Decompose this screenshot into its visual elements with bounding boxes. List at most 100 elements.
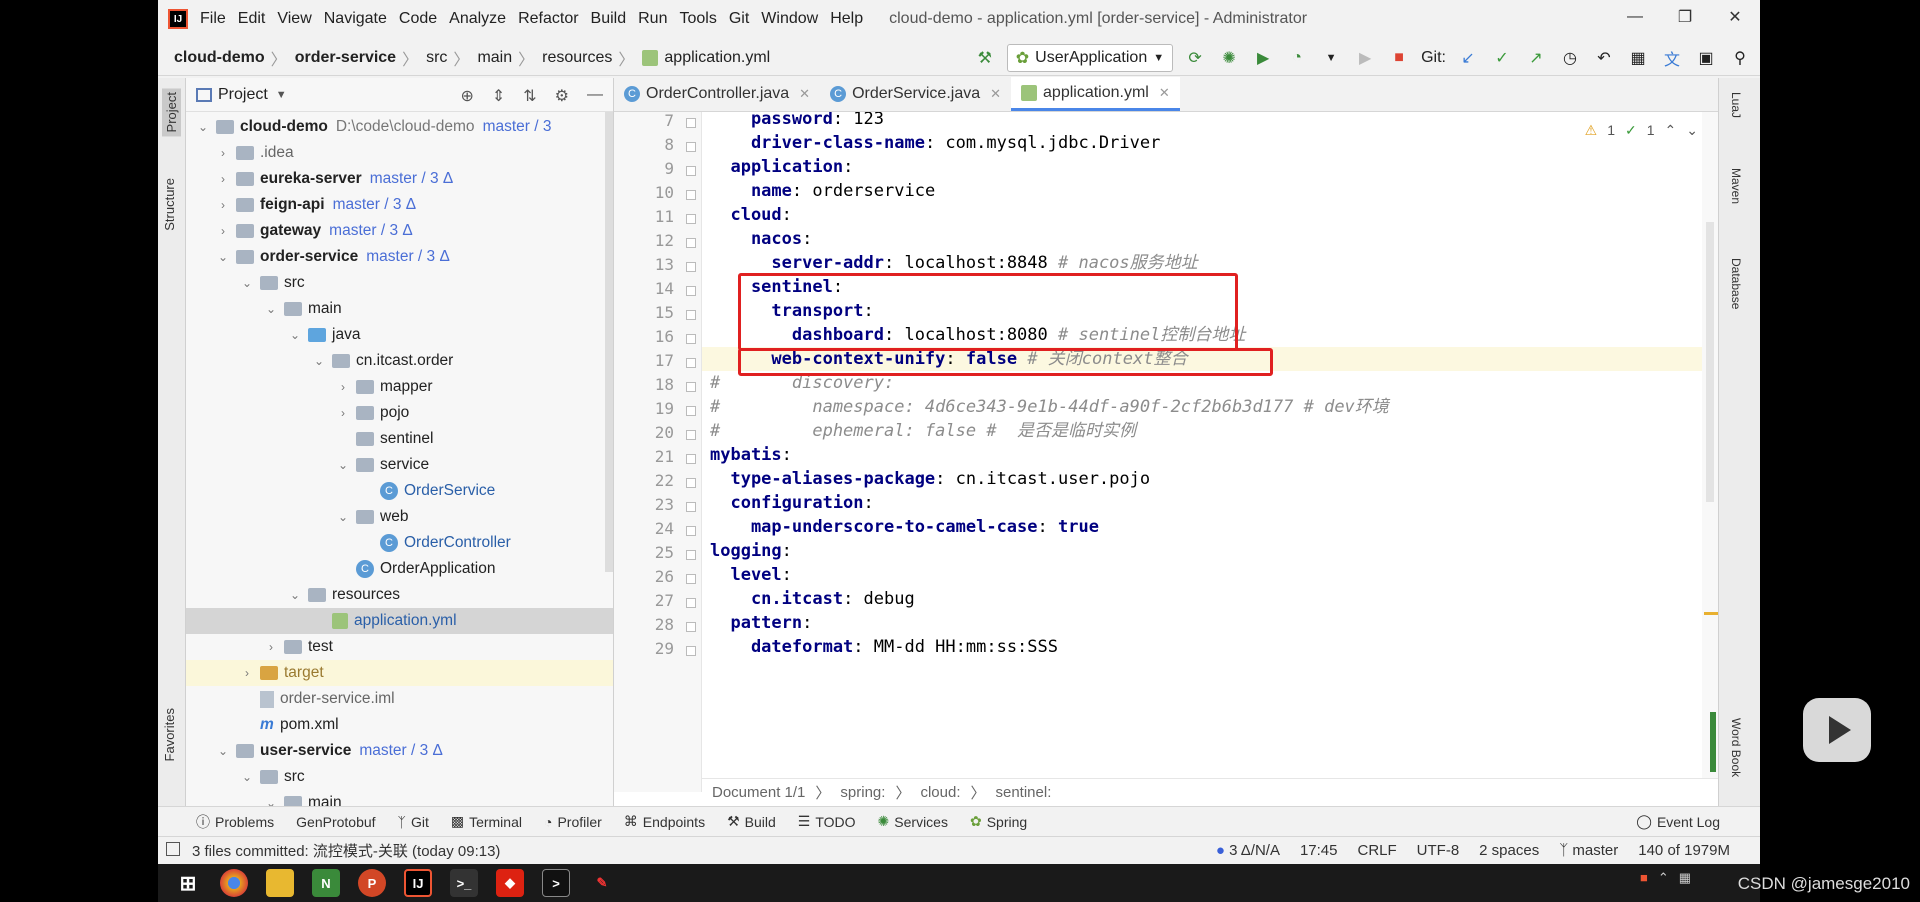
fold-marker-icon[interactable] — [686, 478, 696, 488]
fold-marker-icon[interactable] — [686, 334, 696, 344]
hide-panel-icon[interactable]: — — [587, 86, 603, 106]
breadcrumb-project[interactable]: cloud-demo — [174, 49, 265, 67]
presentation-icon[interactable]: ▣ — [1694, 46, 1718, 70]
video-play-button-icon[interactable] — [1803, 698, 1871, 762]
tree-item-java[interactable]: ⌄ java — [186, 322, 613, 348]
git-history-icon[interactable]: ◷ — [1558, 46, 1582, 70]
tab-orderservice[interactable]: C OrderService.java ✕ — [820, 77, 1011, 111]
chevron-up-icon[interactable]: ⌃ — [1665, 122, 1677, 139]
fold-marker-icon[interactable] — [686, 598, 696, 608]
fold-marker-icon[interactable] — [686, 238, 696, 248]
tree-item-web[interactable]: ⌄ web — [186, 504, 613, 530]
tree-item-package[interactable]: ⌄ cn.itcast.order — [186, 348, 613, 374]
tab-application-yml[interactable]: application.yml ✕ — [1011, 77, 1180, 111]
code-line[interactable]: name: orderservice — [702, 179, 1702, 203]
fold-marker-icon[interactable] — [686, 118, 696, 128]
breadcrumb-src[interactable]: src — [426, 49, 447, 67]
tree-item-mapper[interactable]: › mapper — [186, 374, 613, 400]
stop-icon[interactable]: ■ — [1387, 46, 1411, 70]
chevron-up-icon[interactable]: ⌃ — [1658, 870, 1669, 886]
status-toggle-icon[interactable] — [166, 842, 180, 856]
windows-start-icon[interactable]: ⊞ — [174, 869, 202, 897]
terminal-tab[interactable]: ▩ Terminal — [451, 813, 522, 830]
tree-item-main[interactable]: ⌄ main — [186, 296, 613, 322]
tree-item-feign-api[interactable]: › feign-api master / 3 Δ — [186, 192, 613, 218]
tree-item-test[interactable]: › test — [186, 634, 613, 660]
tree-item-idea[interactable]: › .idea — [186, 140, 613, 166]
chevron-down-icon[interactable]: ▼ — [276, 89, 287, 101]
code-line[interactable]: logging: — [702, 539, 1702, 563]
line-separator[interactable]: CRLF — [1358, 842, 1397, 859]
notepad-plus-icon[interactable]: N — [312, 869, 340, 897]
indent-setting[interactable]: 2 spaces — [1479, 842, 1539, 859]
fold-marker-icon[interactable] — [686, 454, 696, 464]
endpoints-tab[interactable]: ⌘ Endpoints — [624, 813, 705, 830]
git-rollback-icon[interactable]: ↶ — [1592, 46, 1616, 70]
inspection-widget[interactable]: ⚠ 1 ✓ 1 ⌃ ⌄ — [1585, 122, 1698, 139]
code-line[interactable]: server-addr: localhost:8848 # nacos服务地址 — [702, 251, 1702, 275]
tab-ordercontroller[interactable]: C OrderController.java ✕ — [614, 77, 820, 111]
code-line[interactable]: cn.itcast: debug — [702, 587, 1702, 611]
code-line[interactable]: dateformat: MM-dd HH:mm:ss:SSS — [702, 635, 1702, 659]
minimize-icon[interactable]: — — [1610, 0, 1660, 34]
project-panel-title[interactable]: Project — [218, 86, 268, 104]
tree-item-orderservice[interactable]: C OrderService — [186, 478, 613, 504]
caret-position[interactable]: 17:45 — [1300, 842, 1338, 859]
code-line[interactable]: mybatis: — [702, 443, 1702, 467]
code-line[interactable]: cloud: — [702, 203, 1702, 227]
run-configuration-select[interactable]: ✿ UserApplication ▼ — [1006, 44, 1174, 72]
code-line[interactable]: nacos: — [702, 227, 1702, 251]
fold-marker-icon[interactable] — [686, 430, 696, 440]
tree-item-iml[interactable]: order-service.iml — [186, 686, 613, 712]
breadcrumb-main[interactable]: main — [477, 49, 512, 67]
tree-item-eureka-server[interactable]: › eureka-server master / 3 Δ — [186, 166, 613, 192]
debug-icon[interactable]: ✺ — [1217, 46, 1241, 70]
profile-icon[interactable]: ◔ — [1285, 46, 1309, 70]
close-tab-icon[interactable]: ✕ — [1159, 85, 1170, 101]
intellij-logo-icon[interactable]: IJ — [168, 9, 188, 29]
code-line[interactable]: # ephemeral: false # 是否是临时实例 — [702, 419, 1702, 443]
search-icon[interactable]: ⚲ — [1728, 46, 1752, 70]
fold-marker-icon[interactable] — [686, 286, 696, 296]
database-tool-tab[interactable]: Database — [1729, 258, 1743, 309]
collapse-all-icon[interactable]: ⇅ — [523, 86, 536, 106]
tree-item-sentinel[interactable]: sentinel — [186, 426, 613, 452]
project-tool-tab[interactable]: Project — [162, 88, 181, 137]
fold-marker-icon[interactable] — [686, 526, 696, 536]
tree-item-gateway[interactable]: › gateway master / 3 Δ — [186, 218, 613, 244]
play-icon[interactable]: ▶ — [1353, 46, 1377, 70]
git-branch[interactable]: ᛉ master — [1559, 842, 1618, 859]
close-icon[interactable]: ✕ — [1710, 0, 1760, 34]
menu-git[interactable]: Git — [723, 10, 755, 28]
menu-help[interactable]: Help — [824, 10, 869, 28]
editor-breadcrumb-sentinel[interactable]: sentinel: — [996, 784, 1052, 801]
fold-marker-icon[interactable] — [686, 310, 696, 320]
more-run-chevron-icon[interactable]: ▼ — [1319, 46, 1343, 70]
fold-marker-icon[interactable] — [686, 574, 696, 584]
git-update-icon[interactable]: ↙ — [1456, 46, 1480, 70]
code-area[interactable]: password: 123 driver-class-name: com.mys… — [702, 112, 1702, 792]
powerpoint-icon[interactable]: P — [358, 869, 386, 897]
spring-tab[interactable]: ✿ Spring — [970, 813, 1027, 830]
build-hammer-icon[interactable]: ⚒ — [973, 46, 997, 70]
menu-run[interactable]: Run — [632, 10, 673, 28]
tree-item-cloud-demo[interactable]: ⌄ cloud-demo D:\code\cloud-demo master / 3 — [186, 114, 613, 140]
breadcrumb-resources[interactable]: resources — [542, 49, 612, 67]
menu-build[interactable]: Build — [585, 10, 633, 28]
fold-marker-icon[interactable] — [686, 646, 696, 656]
expand-all-icon[interactable]: ⇕ — [492, 86, 505, 106]
breadcrumb-module[interactable]: order-service — [295, 49, 396, 67]
editor-scrollbar[interactable] — [1702, 112, 1718, 792]
fold-marker-icon[interactable] — [686, 622, 696, 632]
editor-breadcrumb-document[interactable]: Document 1/1 — [712, 784, 805, 801]
code-line[interactable]: map-underscore-to-camel-case: true — [702, 515, 1702, 539]
code-line[interactable]: level: — [702, 563, 1702, 587]
fold-marker-icon[interactable] — [686, 214, 696, 224]
console-icon[interactable]: > — [542, 869, 570, 897]
menu-refactor[interactable]: Refactor — [512, 10, 584, 28]
code-line[interactable]: driver-class-name: com.mysql.jdbc.Driver — [702, 131, 1702, 155]
git-commit-icon[interactable]: ✓ — [1490, 46, 1514, 70]
tray-app-icon[interactable]: ■ — [1640, 870, 1648, 886]
editor-breadcrumb-spring[interactable]: spring: — [840, 784, 885, 801]
code-line[interactable]: configuration: — [702, 491, 1702, 515]
